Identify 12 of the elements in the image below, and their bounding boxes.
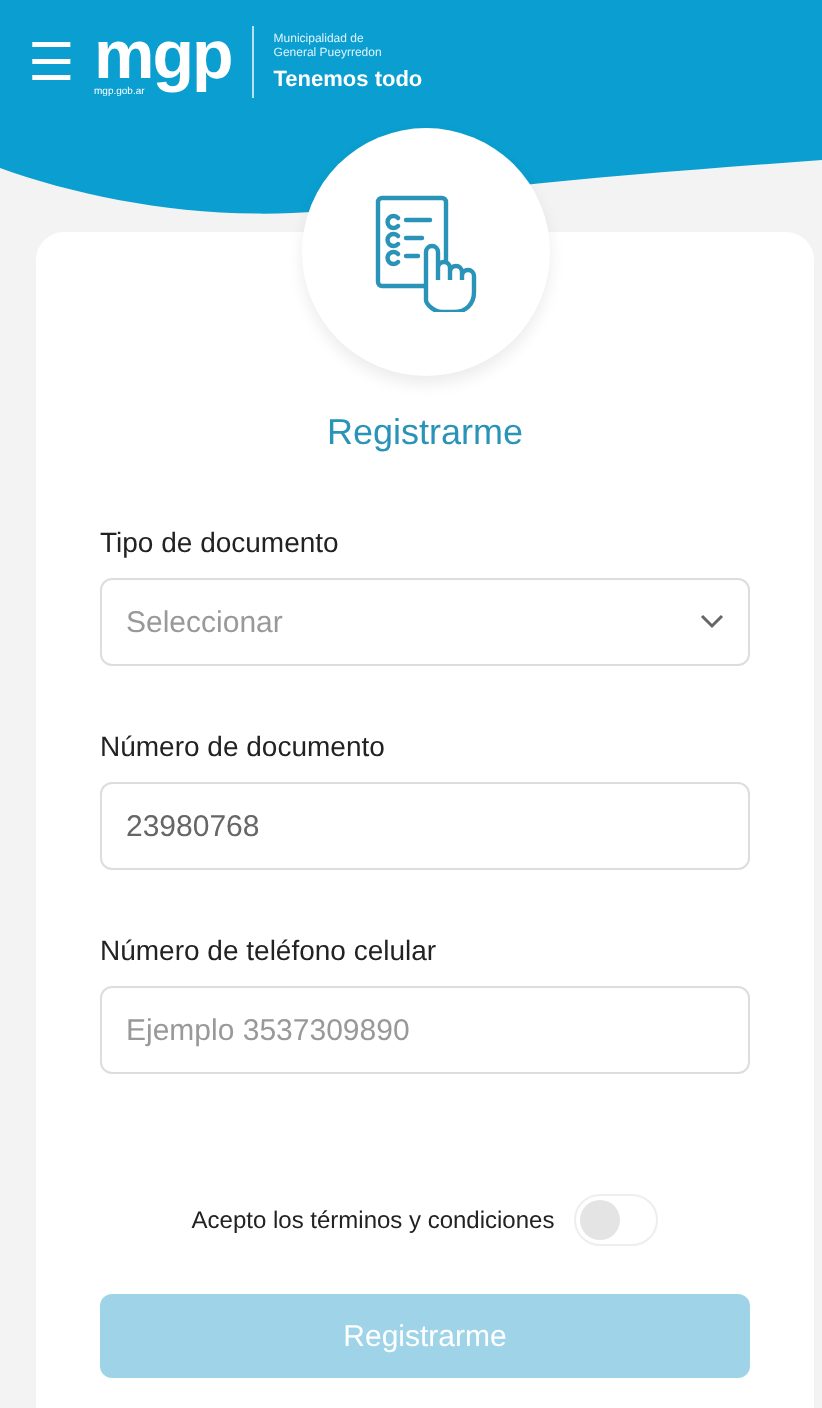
menu-icon[interactable]: ☰ xyxy=(28,36,74,88)
select-field[interactable]: Seleccionar xyxy=(100,578,750,666)
field-label: Número de teléfono celular xyxy=(100,934,439,966)
terms-toggle[interactable] xyxy=(574,1194,659,1246)
chevron-down-icon xyxy=(700,614,724,630)
terms-label: Acepto los términos y condiciones xyxy=(191,1206,555,1234)
input-field[interactable]: 23980768 xyxy=(100,782,750,870)
input-field[interactable]: Ejemplo 3537309890 xyxy=(100,986,750,1074)
form-title: Registrarme xyxy=(326,412,524,454)
slogan: Tenemos todo xyxy=(273,67,423,91)
field-label: Número de documento xyxy=(100,730,387,762)
field-label: Tipo de documento xyxy=(100,526,341,558)
